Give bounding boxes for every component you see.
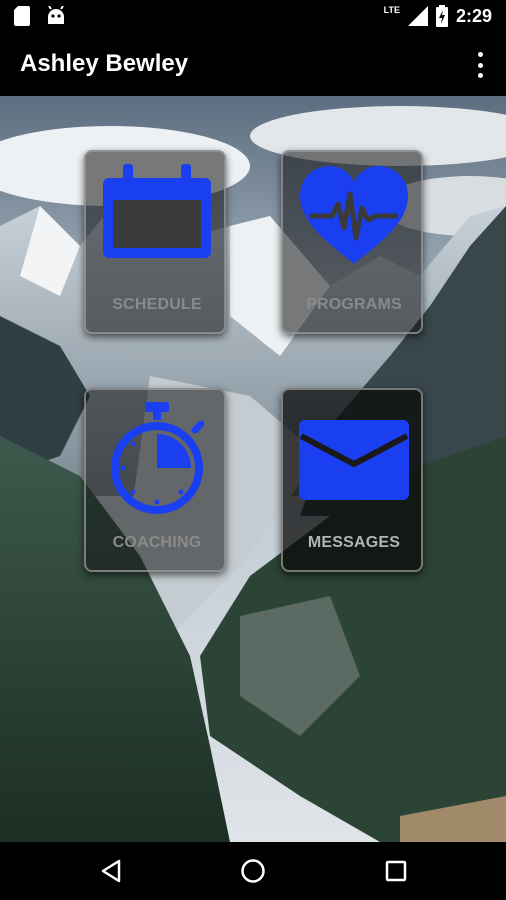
app-title: Ashley Bewley	[20, 50, 189, 77]
coaching-label: COACHING	[112, 534, 202, 551]
recents-icon[interactable]	[379, 854, 413, 888]
dashboard: SCHEDULE PROGRAMS COACHING MESSAGES	[0, 96, 506, 842]
android-icon	[48, 6, 64, 24]
schedule-tile[interactable]: SCHEDULE	[84, 150, 226, 334]
home-icon[interactable]	[236, 854, 270, 888]
messages-label: MESSAGES	[307, 534, 401, 551]
status-bar: LTE 2:29	[0, 0, 506, 32]
messages-tile[interactable]: MESSAGES	[281, 388, 423, 572]
navigation-bar	[0, 842, 506, 900]
mountain-background-image	[0, 96, 506, 842]
network-type-label: LTE	[383, 5, 400, 15]
calendar-icon	[103, 164, 211, 258]
schedule-label: SCHEDULE	[112, 296, 202, 313]
heart-rate-icon	[300, 166, 408, 264]
programs-tile[interactable]: PROGRAMS	[281, 150, 423, 334]
back-icon[interactable]	[94, 854, 128, 888]
app-bar: Ashley Bewley	[0, 32, 506, 96]
mail-icon	[299, 420, 409, 500]
signal-icon	[407, 6, 428, 26]
sd-card-icon	[14, 6, 30, 26]
coaching-tile[interactable]: COACHING	[84, 388, 226, 572]
battery-icon	[435, 5, 448, 27]
status-time: 2:29	[455, 5, 492, 26]
stopwatch-icon	[111, 402, 205, 514]
programs-label: PROGRAMS	[306, 296, 402, 313]
overflow-menu-icon[interactable]	[470, 52, 490, 78]
